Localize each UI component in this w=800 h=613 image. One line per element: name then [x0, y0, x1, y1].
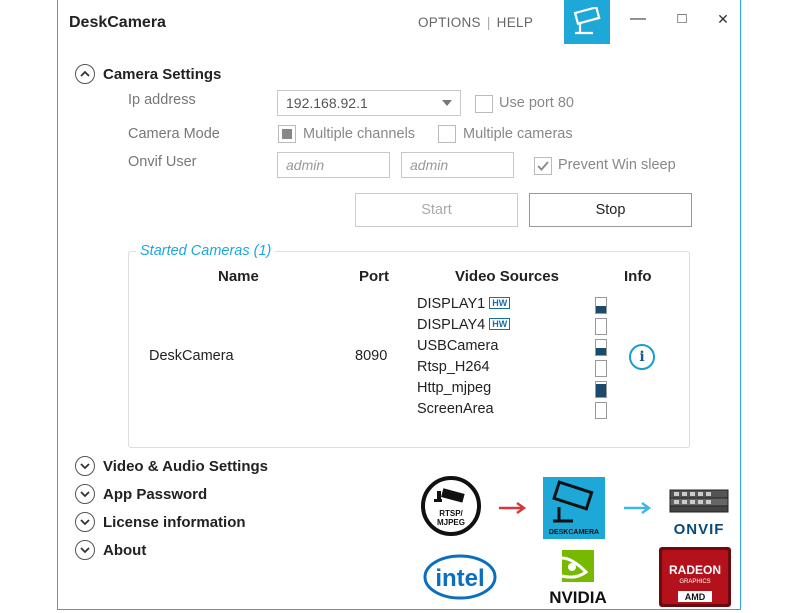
video-audio-settings-header[interactable]: Video & Audio Settings — [75, 454, 268, 478]
column-port-header: Port — [359, 268, 389, 285]
onvif-logo-text: ONVIF — [674, 521, 725, 538]
chevron-down-icon — [75, 540, 95, 560]
chevron-up-icon — [75, 64, 95, 84]
onvif-server-logo: ONVIF — [668, 488, 730, 545]
video-source-name: Http_mjpeg — [417, 380, 492, 396]
chevron-down-icon — [75, 484, 95, 504]
video-source-item: ScreenArea — [417, 401, 494, 417]
blue-arrow-icon — [622, 500, 654, 521]
video-source-item: DISPLAY1 HW — [417, 296, 511, 312]
amd-logo-text: AMD — [685, 592, 706, 602]
radeon-logo-text: RADEON — [669, 563, 721, 577]
prevent-win-sleep-checkbox[interactable] — [534, 157, 552, 175]
close-button[interactable]: ✕ — [711, 8, 735, 30]
source-level-fill — [596, 306, 606, 313]
video-source-name: DISPLAY1 — [417, 296, 486, 312]
camera-settings-header[interactable]: Camera Settings — [75, 62, 221, 86]
about-title: About — [103, 541, 147, 559]
camera-port-cell: 8090 — [355, 348, 388, 364]
column-info-header: Info — [624, 268, 652, 285]
deskcamera-logo: DESKCAMERA — [543, 477, 605, 539]
dropdown-arrow-icon — [442, 100, 452, 106]
chevron-down-icon — [75, 512, 95, 532]
video-audio-settings-title: Video & Audio Settings — [103, 457, 269, 475]
intel-logo: intel — [422, 552, 498, 607]
video-source-name: USBCamera — [417, 338, 499, 354]
start-button[interactable]: Start — [355, 193, 518, 227]
multiple-cameras-label: Multiple cameras — [463, 126, 573, 142]
source-level-bar — [595, 339, 607, 356]
started-cameras-title: Started Cameras (1) — [136, 243, 276, 259]
options-menu[interactable]: OPTIONS — [418, 15, 481, 30]
camera-mode-label: Camera Mode — [128, 126, 220, 142]
menu-separator: | — [486, 15, 491, 30]
app-window: DeskCamera OPTIONS | HELP — □ ✕ Camera Set… — [57, 0, 741, 610]
ip-address-value: 192.168.92.1 — [286, 95, 368, 111]
hw-badge: HW — [489, 318, 511, 330]
intel-logo-text: intel — [435, 565, 484, 592]
video-source-item: Rtsp_H264 — [417, 359, 490, 375]
ip-address-dropdown[interactable]: 192.168.92.1 — [277, 90, 461, 116]
about-header[interactable]: About — [75, 538, 146, 562]
source-level-bar — [595, 402, 607, 419]
source-level-bar — [595, 360, 607, 377]
video-source-name: Rtsp_H264 — [417, 359, 490, 375]
camera-logo-icon — [564, 0, 610, 44]
camera-settings-title: Camera Settings — [103, 65, 222, 83]
onvif-user-label: Onvif User — [128, 154, 197, 170]
video-source-name: ScreenArea — [417, 401, 494, 417]
source-level-bar — [595, 381, 607, 398]
nvidia-logo-text: NVIDIA — [549, 588, 607, 606]
info-icon[interactable]: i — [629, 344, 655, 370]
video-source-item: DISPLAY4 HW — [417, 317, 511, 333]
column-sources-header: Video Sources — [455, 268, 559, 285]
rtsp-mjpeg-camera-icon: RTSP/ MJPEG — [420, 475, 482, 542]
prevent-win-sleep-label: Prevent Win sleep — [558, 157, 676, 173]
hw-badge: HW — [489, 297, 511, 309]
use-port-80-label: Use port 80 — [499, 95, 574, 111]
source-level-bar — [595, 297, 607, 314]
radeon-amd-logo: RADEON GRAPHICS AMD — [658, 546, 732, 609]
deskcamera-logo-text: DESKCAMERA — [549, 529, 599, 536]
app-password-title: App Password — [103, 485, 208, 503]
onvif-password-input[interactable]: admin — [401, 152, 514, 178]
radeon-graphics-text: GRAPHICS — [679, 579, 710, 585]
app-password-header[interactable]: App Password — [75, 482, 207, 506]
chevron-down-icon — [75, 456, 95, 476]
source-level-fill — [596, 348, 606, 355]
source-level-fill — [596, 383, 606, 397]
help-menu[interactable]: HELP — [497, 15, 533, 30]
red-arrow-icon — [497, 500, 529, 521]
multiple-channels-radio[interactable] — [278, 125, 296, 143]
video-source-item: Http_mjpeg — [417, 380, 491, 396]
license-information-title: License information — [103, 513, 246, 531]
onvif-username-input[interactable]: admin — [277, 152, 390, 178]
maximize-button[interactable]: □ — [670, 8, 694, 30]
column-name-header: Name — [218, 268, 259, 285]
app-title: DeskCamera — [69, 14, 166, 31]
license-information-header[interactable]: License information — [75, 510, 246, 534]
camera-name-cell: DeskCamera — [149, 348, 234, 364]
nvidia-logo: NVIDIA — [538, 548, 618, 609]
use-port-80-checkbox[interactable] — [475, 95, 493, 113]
video-source-name: DISPLAY4 — [417, 317, 486, 333]
multiple-cameras-radio[interactable] — [438, 125, 456, 143]
multiple-channels-label: Multiple channels — [303, 126, 416, 142]
source-level-bar — [595, 318, 607, 335]
rtsp-label-line1: RTSP/ — [439, 509, 463, 518]
top-menu: OPTIONS | HELP — [418, 15, 533, 30]
ip-address-label: Ip address — [128, 92, 196, 108]
minimize-button[interactable]: — — [626, 8, 650, 30]
video-source-item: USBCamera — [417, 338, 498, 354]
stop-button[interactable]: Stop — [529, 193, 692, 227]
rtsp-label-line2: MJPEG — [437, 518, 465, 527]
